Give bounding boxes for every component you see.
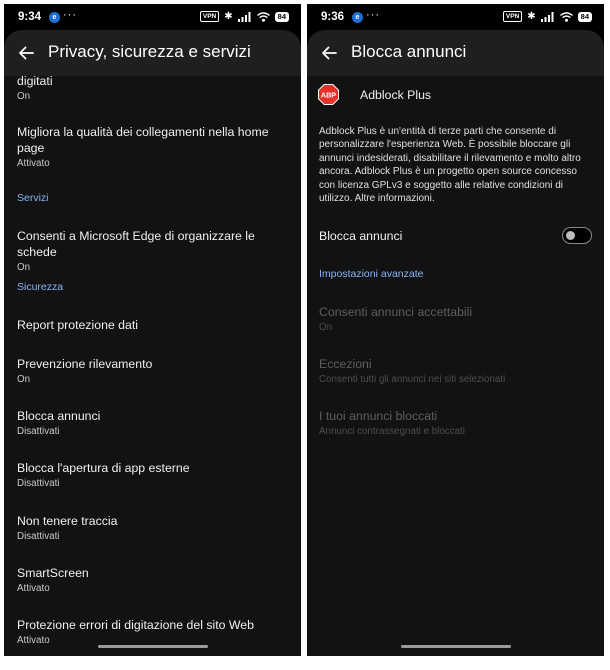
setting-value: Attivato	[17, 583, 50, 594]
vpn-icon: VPN	[199, 11, 220, 22]
setting-acceptable-ads: Consenti annunci accettabili On	[319, 304, 594, 334]
more-notifications-icon: ···	[366, 9, 380, 21]
setting-title: Non tenere traccia	[17, 514, 118, 528]
setting-title: Protezione errori di digitazione del sit…	[17, 618, 254, 632]
block-ads-toggle-row[interactable]: Blocca annunci	[319, 225, 592, 247]
setting-typo-protection[interactable]: Protezione errori di digitazione del sit…	[17, 617, 291, 647]
setting-title: I tuoi annunci bloccati	[319, 409, 438, 423]
toggle-knob	[566, 231, 575, 240]
adblock-plus-logo-icon: ABP	[318, 84, 339, 105]
setting-title: Eccezioni	[319, 357, 372, 371]
signal-icon	[540, 11, 554, 22]
setting-value: Disattivati	[17, 426, 60, 437]
setting-value: On	[319, 322, 333, 333]
section-header-security: Sicurezza	[17, 281, 64, 293]
app-bar: Blocca annunci	[307, 30, 604, 76]
vpn-icon: VPN	[502, 11, 523, 22]
setting-title: Blocca annunci	[17, 409, 101, 423]
setting-tracking-prevention[interactable]: Prevenzione rilevamento On	[17, 356, 291, 386]
settings-list: digitati On Migliora la qualità dei coll…	[4, 73, 301, 656]
left-phone-screen: 9:34 e ··· VPN ✱ 84 Privacy, sicurezza e…	[4, 4, 301, 656]
battery-icon: 84	[577, 11, 592, 22]
setting-block-ads[interactable]: Blocca annunci Disattivati	[17, 408, 291, 438]
right-phone-screen: 9:36 e ··· VPN ✱ 84 Blocca annunci ABP A…	[307, 4, 604, 656]
setting-improve-link-quality[interactable]: Migliora la qualità dei collegamenti nel…	[17, 124, 291, 170]
edge-notification-icon: e	[352, 12, 363, 23]
provider-description: Adblock Plus è un'entità di terze parti …	[319, 126, 581, 205]
toggle-label: Blocca annunci	[319, 229, 403, 243]
edge-notification-icon: e	[49, 12, 60, 23]
signal-icon	[237, 11, 251, 22]
wifi-icon	[559, 11, 573, 22]
adblock-settings: ABP Adblock Plus Adblock Plus è un'entit…	[307, 76, 604, 656]
setting-organize-tabs[interactable]: Consenti a Microsoft Edge di organizzare…	[17, 228, 291, 274]
page-title: Privacy, sicurezza e servizi	[48, 42, 251, 61]
setting-block-external-apps[interactable]: Blocca l'apertura di app esterne Disatti…	[17, 460, 291, 490]
setting-title: digitati	[17, 74, 53, 88]
setting-smartscreen[interactable]: SmartScreen Attivato	[17, 565, 291, 595]
back-arrow-icon[interactable]	[321, 45, 337, 61]
setting-title: Consenti annunci accettabili	[319, 305, 473, 319]
setting-title: Prevenzione rilevamento	[17, 357, 153, 371]
status-bar: 9:36 e ··· VPN ✱ 84	[307, 4, 604, 30]
back-arrow-icon[interactable]	[18, 45, 34, 61]
setting-value: On	[17, 262, 31, 273]
setting-value: On	[17, 91, 31, 102]
page-title: Blocca annunci	[351, 42, 467, 61]
status-time: 9:36	[321, 11, 345, 23]
setting-title: Migliora la qualità dei collegamenti nel…	[17, 125, 269, 155]
provider-name: Adblock Plus	[360, 87, 432, 102]
setting-typed-urls[interactable]: digitati On	[17, 73, 291, 103]
block-ads-toggle[interactable]	[562, 227, 592, 244]
setting-value: On	[17, 374, 31, 385]
setting-blocked-ads: I tuoi annunci bloccati Annunci contrass…	[319, 408, 594, 438]
setting-title: Blocca l'apertura di app esterne	[17, 461, 190, 475]
bluetooth-icon: ✱	[527, 10, 536, 22]
wifi-icon	[256, 11, 270, 22]
setting-value: Consenti tutti gli annunci nei siti sele…	[319, 374, 506, 385]
more-notifications-icon: ···	[63, 9, 77, 21]
battery-icon: 84	[274, 11, 289, 22]
logo-text: ABP	[321, 90, 336, 99]
setting-value: Attivato	[17, 158, 50, 169]
section-header-advanced: Impostazioni avanzate	[319, 268, 424, 280]
bluetooth-icon: ✱	[224, 10, 233, 22]
setting-data-protection-report[interactable]: Report protezione dati	[17, 317, 291, 333]
setting-title: Consenti a Microsoft Edge di organizzare…	[17, 229, 255, 259]
setting-value: Disattivati	[17, 531, 60, 542]
provider-row: ABP Adblock Plus	[318, 84, 431, 105]
gesture-navigation-bar[interactable]	[401, 645, 511, 648]
setting-title: SmartScreen	[17, 566, 89, 580]
section-header-services: Servizi	[17, 192, 49, 204]
gesture-navigation-bar[interactable]	[98, 645, 208, 648]
app-bar: Privacy, sicurezza e servizi	[4, 30, 301, 76]
status-bar: 9:34 e ··· VPN ✱ 84	[4, 4, 301, 30]
setting-value: Disattivati	[17, 478, 60, 489]
setting-do-not-track[interactable]: Non tenere traccia Disattivati	[17, 513, 291, 543]
setting-value: Annunci contrassegnati e bloccati	[319, 426, 465, 437]
status-time: 9:34	[18, 11, 42, 23]
setting-title: Report protezione dati	[17, 318, 138, 332]
setting-exceptions: Eccezioni Consenti tutti gli annunci nei…	[319, 356, 594, 386]
